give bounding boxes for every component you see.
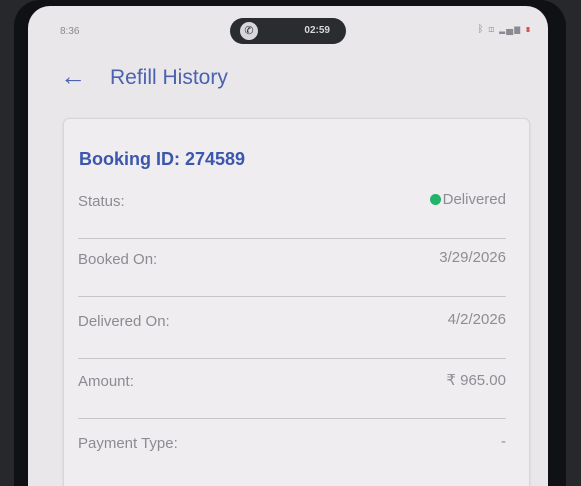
status-bar: 8:36 ✆ 02:59 ᛒ ◫ ▂▄▆ ▮ — [28, 6, 548, 44]
status-label: Status: — [78, 193, 125, 210]
app-bar: ← Refill History — [28, 52, 548, 106]
booked-on-value: 3/29/2026 — [439, 249, 506, 266]
booked-on-row: Booked On: 3/29/2026 — [78, 239, 506, 297]
booking-card: Booking ID: 274589 Status: Delivered Boo… — [63, 118, 530, 486]
status-time: 8:36 — [60, 26, 80, 37]
nfc-icon: ◫ — [488, 24, 496, 35]
delivered-on-row: Delivered On: 4/2/2026 — [78, 301, 506, 359]
payment-type-value: - — [501, 433, 506, 450]
amount-value: ₹ 965.00 — [446, 372, 506, 389]
back-arrow-icon[interactable]: ← — [60, 62, 90, 92]
booked-on-label: Booked On: — [78, 251, 158, 268]
status-icons: ᛒ ◫ ▂▄▆ ▮ — [478, 24, 532, 35]
payment-type-row: Payment Type: - — [78, 423, 506, 481]
amount-row: Amount: ₹ 965.00 — [78, 361, 506, 419]
phone-icon: ✆ — [240, 22, 258, 40]
booking-id: Booking ID: 274589 — [79, 149, 246, 169]
delivered-on-label: Delivered On: — [78, 313, 170, 330]
delivered-on-value: 4/2/2026 — [447, 311, 506, 328]
bluetooth-icon: ᛒ — [477, 24, 485, 35]
payment-type-label: Payment Type: — [78, 435, 178, 452]
battery-icon: ▮ — [525, 24, 532, 35]
ongoing-call-pill[interactable]: ✆ 02:59 — [230, 18, 346, 44]
call-timer: 02:59 — [304, 25, 330, 36]
signal-icon: ▂▄▆ — [499, 24, 522, 35]
divider — [78, 418, 506, 419]
divider — [78, 358, 506, 359]
status-dot-icon — [429, 194, 441, 205]
status-row: Status: Delivered — [78, 181, 506, 239]
divider — [78, 296, 506, 297]
status-text: Delivered — [442, 191, 506, 208]
amount-label: Amount: — [78, 373, 134, 390]
page-title: Refill History — [110, 66, 228, 89]
status-value: Delivered — [429, 191, 506, 208]
phone-screen: 8:36 ✆ 02:59 ᛒ ◫ ▂▄▆ ▮ ← Refill History … — [28, 6, 548, 486]
